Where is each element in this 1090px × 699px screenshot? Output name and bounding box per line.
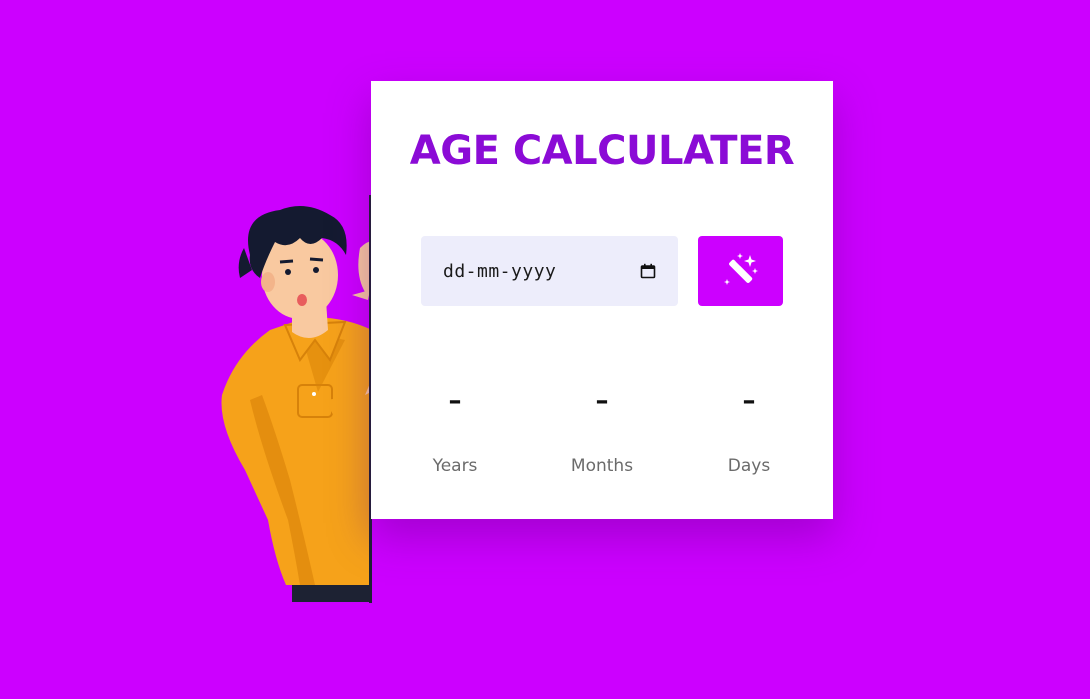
years-label: Years <box>432 456 478 476</box>
page: AGE CALCULATER dd-mm-yyyy – Years – Mont… <box>0 0 1090 699</box>
result-months: – Months <box>542 381 662 476</box>
results-row: – Years – Months – Days <box>371 381 833 491</box>
months-value: – <box>595 386 609 416</box>
birth-date-input[interactable]: dd-mm-yyyy <box>421 236 678 306</box>
months-label: Months <box>570 456 634 476</box>
calendar-icon[interactable] <box>640 263 656 279</box>
result-years: – Years <box>395 381 515 476</box>
page-title: AGE CALCULATER <box>409 128 795 174</box>
date-input-value[interactable]: dd-mm-yyyy <box>443 261 640 282</box>
magic-wand-icon <box>723 253 758 285</box>
calculate-button[interactable] <box>698 236 783 306</box>
result-days: – Days <box>689 381 809 476</box>
years-value: – <box>448 386 462 416</box>
age-calculator-card: AGE CALCULATER dd-mm-yyyy – Years – Mont… <box>371 81 833 519</box>
days-label: Days <box>727 456 771 476</box>
days-value: – <box>742 386 756 416</box>
